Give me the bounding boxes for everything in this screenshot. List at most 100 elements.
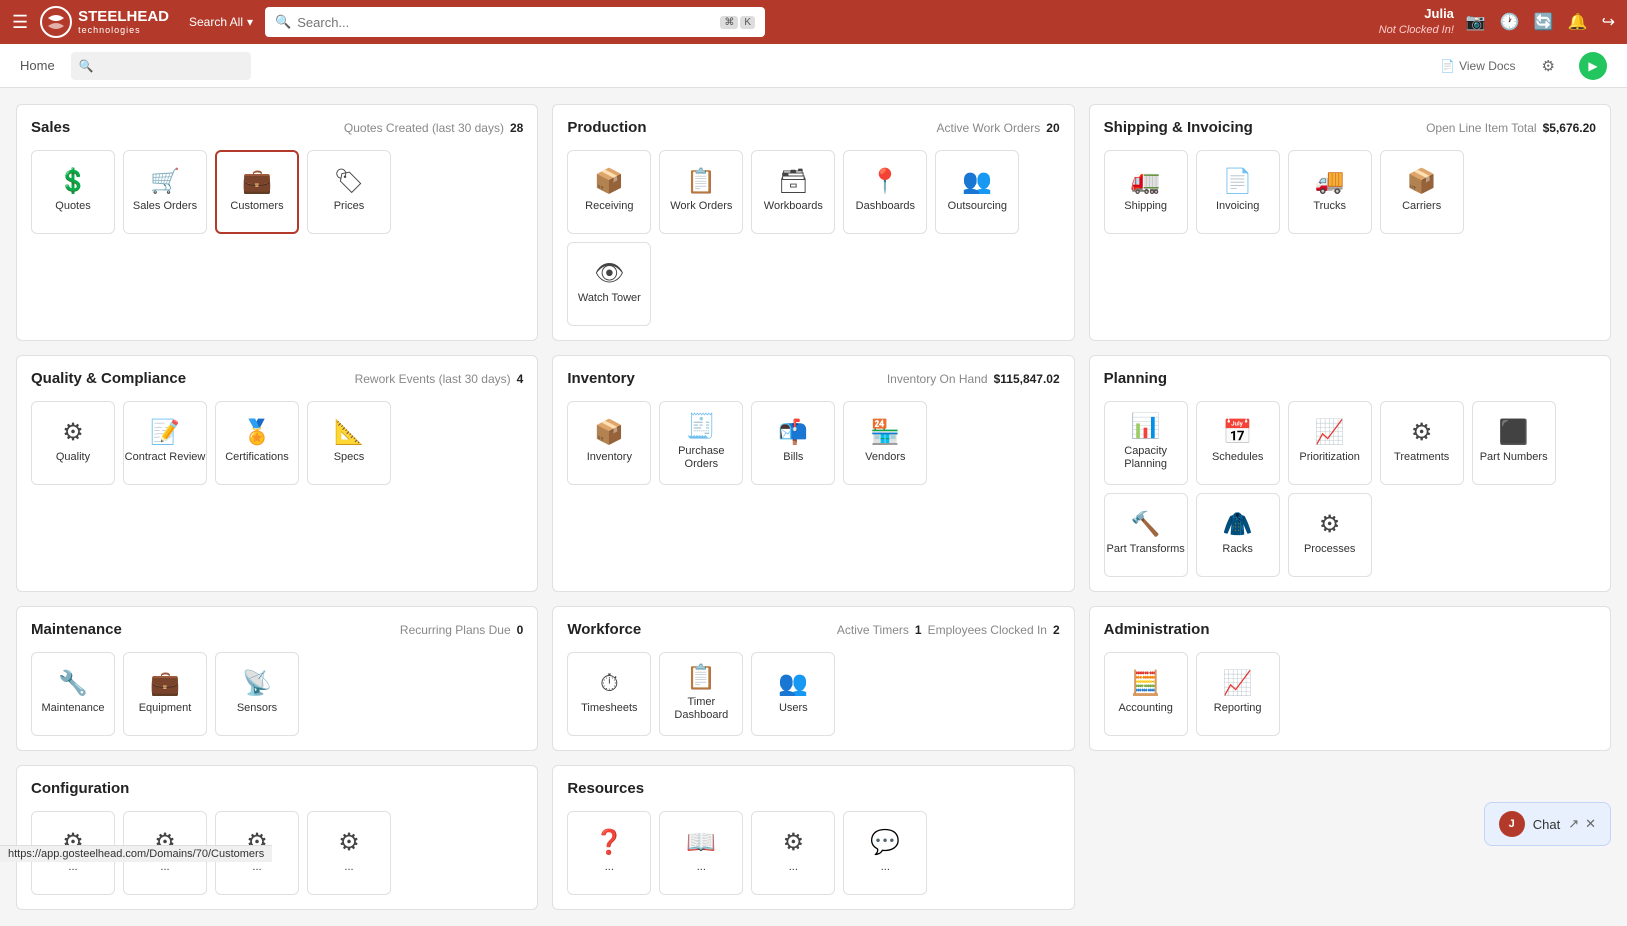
section-stat-shipping: Open Line Item Total $5,676.20 xyxy=(1426,121,1596,135)
module-item-[interactable]: 📖... xyxy=(659,811,743,895)
global-search-box[interactable]: 🔍 ⌘ K xyxy=(265,7,765,37)
module-item-users[interactable]: 👥Users xyxy=(751,652,835,736)
module-item-shipping[interactable]: 🚛Shipping xyxy=(1104,150,1188,234)
section-title-resources: Resources xyxy=(567,780,644,797)
module-icon-capacity-planning: 📊 xyxy=(1131,415,1161,439)
section-resources: Resources ❓...📖...⚙...💬... xyxy=(552,765,1074,910)
user-name: Julia xyxy=(1379,6,1454,23)
cmd-key: ⌘ xyxy=(720,16,738,29)
search-all-dropdown[interactable]: Search All ▾ xyxy=(189,15,253,29)
play-button[interactable]: ▶ xyxy=(1579,52,1607,80)
module-item-timesheets[interactable]: ⏱Timesheets xyxy=(567,652,651,736)
bell-icon[interactable]: 🔔 xyxy=(1568,12,1588,32)
module-item-receiving[interactable]: 📦Receiving xyxy=(567,150,651,234)
module-icon-schedules: 📅 xyxy=(1223,421,1253,445)
module-item-maintenance[interactable]: 🔧Maintenance xyxy=(31,652,115,736)
module-item-vendors[interactable]: 🏪Vendors xyxy=(843,401,927,485)
clock-icon[interactable]: 🕐 xyxy=(1500,12,1520,32)
module-grid-production: 📦Receiving📋Work Orders🗃Workboards📍Dashbo… xyxy=(567,150,1059,326)
module-item-sensors[interactable]: 📡Sensors xyxy=(215,652,299,736)
module-item-processes[interactable]: ⚙Processes xyxy=(1288,493,1372,577)
module-item-specs[interactable]: 📐Specs xyxy=(307,401,391,485)
expand-icon[interactable]: ↗ xyxy=(1568,816,1579,832)
module-item-purchase-orders[interactable]: 🧾Purchase Orders xyxy=(659,401,743,485)
module-item-outsourcing[interactable]: 👥Outsourcing xyxy=(935,150,1019,234)
module-item-part-transforms[interactable]: 🔨Part Transforms xyxy=(1104,493,1188,577)
module-label-receiving: Receiving xyxy=(585,200,633,213)
module-item-quality[interactable]: ⚙Quality xyxy=(31,401,115,485)
module-item-prices[interactable]: 🏷 Prices xyxy=(307,150,391,234)
section-title-administration: Administration xyxy=(1104,621,1210,638)
module-item-accounting[interactable]: 🧮Accounting xyxy=(1104,652,1188,736)
docs-icon: 📄 xyxy=(1440,59,1455,73)
module-label-prices: Prices xyxy=(334,200,365,213)
module-item-equipment[interactable]: 💼Equipment xyxy=(123,652,207,736)
module-item-watch-tower[interactable]: 👁Watch Tower xyxy=(567,242,651,326)
k-key: K xyxy=(740,16,755,29)
breadcrumb-search[interactable]: 🔍 xyxy=(71,52,251,80)
module-icon-: 💬 xyxy=(870,831,900,855)
module-item-customers[interactable]: 💼Customers xyxy=(215,150,299,234)
breadcrumb-bar: Home 🔍 📄 View Docs ⚙ ▶ xyxy=(0,44,1627,88)
module-label-sensors: Sensors xyxy=(237,702,277,715)
module-item-schedules[interactable]: 📅Schedules xyxy=(1196,401,1280,485)
chat-widget[interactable]: J Chat ↗ ✕ xyxy=(1484,802,1611,846)
user-info: Julia Not Clocked In! xyxy=(1379,6,1454,37)
module-item-contract-review[interactable]: 📝Contract Review xyxy=(123,401,207,485)
module-grid-shipping: 🚛Shipping📄Invoicing🚚Trucks📦Carriers xyxy=(1104,150,1596,234)
module-grid-planning: 📊Capacity Planning📅Schedules📈Prioritizat… xyxy=(1104,401,1596,577)
view-docs-button[interactable]: 📄 View Docs xyxy=(1440,59,1515,73)
module-label-equipment: Equipment xyxy=(139,702,192,715)
module-icon-prices: 🏷 xyxy=(334,170,364,194)
module-item-dashboards[interactable]: 📍Dashboards xyxy=(843,150,927,234)
module-item-part-numbers[interactable]: ⬛Part Numbers xyxy=(1472,401,1556,485)
search-input[interactable] xyxy=(297,15,720,30)
module-item-quotes[interactable]: 💲Quotes xyxy=(31,150,115,234)
module-label-: ... xyxy=(160,861,169,874)
settings-gear-icon[interactable]: ⚙ xyxy=(1542,57,1555,75)
module-item-sales-orders[interactable]: 🛒Sales Orders xyxy=(123,150,207,234)
module-icon-timer-dashboard: 📋 xyxy=(686,666,716,690)
module-label-bills: Bills xyxy=(783,451,803,464)
module-item-[interactable]: ⚙... xyxy=(307,811,391,895)
logout-icon[interactable]: ↪ xyxy=(1602,12,1615,32)
module-item-timer-dashboard[interactable]: 📋Timer Dashboard xyxy=(659,652,743,736)
module-label-: ... xyxy=(252,861,261,874)
close-chat-icon[interactable]: ✕ xyxy=(1585,816,1596,832)
refresh-icon[interactable]: 🔄 xyxy=(1534,12,1554,32)
module-item-capacity-planning[interactable]: 📊Capacity Planning xyxy=(1104,401,1188,485)
module-item-[interactable]: ❓... xyxy=(567,811,651,895)
module-item-treatments[interactable]: ⚙Treatments xyxy=(1380,401,1464,485)
logo-sub: technologies xyxy=(78,25,169,35)
chat-label: Chat xyxy=(1533,817,1560,832)
module-item-[interactable]: ⚙... xyxy=(751,811,835,895)
module-icon-bills: 📬 xyxy=(778,421,808,445)
module-item-work-orders[interactable]: 📋Work Orders xyxy=(659,150,743,234)
camera-icon[interactable]: 📷 xyxy=(1466,12,1486,32)
module-item-workboards[interactable]: 🗃Workboards xyxy=(751,150,835,234)
module-item-trucks[interactable]: 🚚Trucks xyxy=(1288,150,1372,234)
logo[interactable]: STEELHEAD technologies xyxy=(40,6,169,38)
module-item-bills[interactable]: 📬 Bills xyxy=(751,401,835,485)
module-item-inventory[interactable]: 📦Inventory xyxy=(567,401,651,485)
module-item-reporting[interactable]: 📈Reporting xyxy=(1196,652,1280,736)
top-navigation: ☰ STEELHEAD technologies Search All ▾ 🔍 … xyxy=(0,0,1627,44)
chat-actions: ↗ ✕ xyxy=(1568,816,1596,832)
module-item-[interactable]: 💬... xyxy=(843,811,927,895)
module-label-quality: Quality xyxy=(56,451,90,464)
module-label-prioritization: Prioritization xyxy=(1299,451,1360,464)
hamburger-menu[interactable]: ☰ xyxy=(12,12,28,33)
module-item-racks[interactable]: 🧥Racks xyxy=(1196,493,1280,577)
module-grid-administration: 🧮Accounting📈Reporting xyxy=(1104,652,1596,736)
module-icon-certifications: 🏅 xyxy=(242,421,272,445)
module-item-prioritization[interactable]: 📈Prioritization xyxy=(1288,401,1372,485)
module-item-carriers[interactable]: 📦Carriers xyxy=(1380,150,1464,234)
module-icon-specs: 📐 xyxy=(334,421,364,445)
module-item-certifications[interactable]: 🏅Certifications xyxy=(215,401,299,485)
module-icon-dashboards: 📍 xyxy=(870,170,900,194)
breadcrumb-home[interactable]: Home xyxy=(20,58,55,73)
section-title-workforce: Workforce xyxy=(567,621,641,638)
section-title-sales: Sales xyxy=(31,119,70,136)
module-item-invoicing[interactable]: 📄Invoicing xyxy=(1196,150,1280,234)
module-label-inventory: Inventory xyxy=(587,451,632,464)
